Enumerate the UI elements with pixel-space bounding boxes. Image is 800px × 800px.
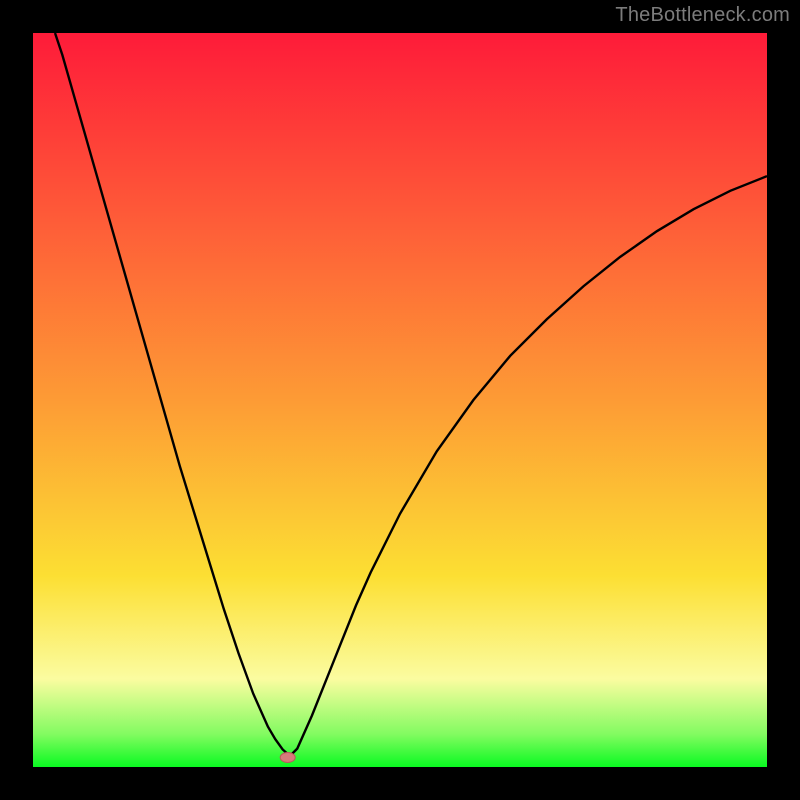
- gradient-background: [33, 33, 767, 767]
- plot-area: [33, 33, 767, 767]
- chart-frame: TheBottleneck.com: [0, 0, 800, 800]
- bottleneck-chart: [33, 33, 767, 767]
- watermark-text: TheBottleneck.com: [615, 4, 790, 27]
- optimal-point-marker: [280, 752, 295, 762]
